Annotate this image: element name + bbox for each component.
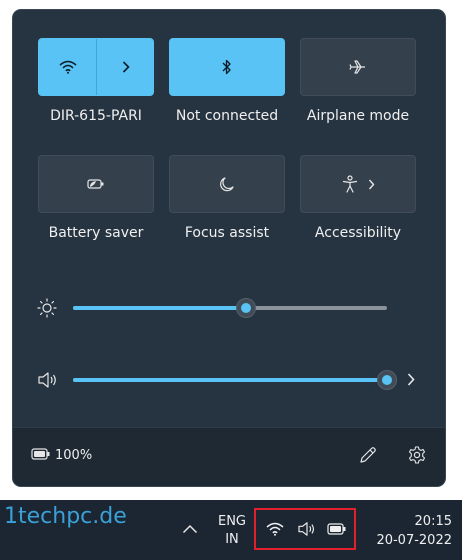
focus-assist-tile[interactable] <box>169 155 285 213</box>
battery-saver-tile[interactable] <box>38 155 154 213</box>
wifi-expand-button[interactable] <box>97 39 155 95</box>
brightness-icon <box>37 298 57 318</box>
clock-date: 20-07-2022 <box>376 533 452 548</box>
brightness-fill <box>73 306 246 310</box>
system-tray-status-group[interactable] <box>254 508 356 550</box>
settings-gear-icon[interactable] <box>408 446 426 464</box>
accessibility-icon <box>342 175 358 193</box>
wifi-toggle[interactable] <box>39 39 96 95</box>
clock-time: 20:15 <box>414 514 452 529</box>
input-language-indicator[interactable]: ENG IN <box>212 513 252 549</box>
volume-row <box>13 365 445 395</box>
wifi-icon <box>59 60 77 74</box>
volume-thumb[interactable] <box>377 370 397 390</box>
chevron-right-icon <box>368 179 375 190</box>
speaker-icon[interactable] <box>37 371 59 389</box>
quick-settings-footer: 100% <box>13 427 445 486</box>
accessibility-label: Accessibility <box>314 225 402 241</box>
wifi-label: DIR-615-PARI <box>50 108 142 124</box>
battery-saver-label: Battery saver <box>48 225 144 241</box>
quick-settings-panel: DIR-615-PARI Not connected Airplane mode… <box>13 10 445 486</box>
bluetooth-tile[interactable] <box>169 38 285 96</box>
wifi-status-icon <box>266 522 284 536</box>
battery-status-icon <box>327 523 347 535</box>
chevron-right-icon <box>122 61 130 73</box>
watermark-text: 1techpc.de <box>4 504 127 529</box>
focus-assist-label: Focus assist <box>184 225 270 241</box>
language-code: ENG <box>217 514 246 529</box>
volume-status-icon <box>296 521 318 537</box>
brightness-slider[interactable] <box>73 298 387 318</box>
bluetooth-label: Not connected <box>175 108 279 124</box>
volume-slider[interactable] <box>73 370 397 390</box>
volume-fill <box>73 378 387 382</box>
battery-icon <box>31 448 51 460</box>
audio-output-chevron-icon[interactable] <box>407 373 415 386</box>
clock[interactable]: 20:15 20-07-2022 <box>360 512 460 550</box>
airplane-mode-tile[interactable] <box>300 38 416 96</box>
airplane-mode-label: Airplane mode <box>306 108 410 124</box>
airplane-icon <box>349 59 367 75</box>
brightness-thumb[interactable] <box>235 298 256 318</box>
bluetooth-icon <box>222 59 232 75</box>
battery-percentage: 100% <box>55 448 93 463</box>
brightness-row <box>13 293 445 323</box>
show-hidden-icons-chevron-icon[interactable] <box>182 524 198 534</box>
battery-saver-icon <box>87 178 105 190</box>
language-region: IN <box>225 532 239 547</box>
wifi-tile[interactable] <box>38 38 154 96</box>
edit-pencil-icon[interactable] <box>359 446 377 464</box>
accessibility-tile[interactable] <box>300 155 416 213</box>
moon-icon <box>219 176 235 192</box>
